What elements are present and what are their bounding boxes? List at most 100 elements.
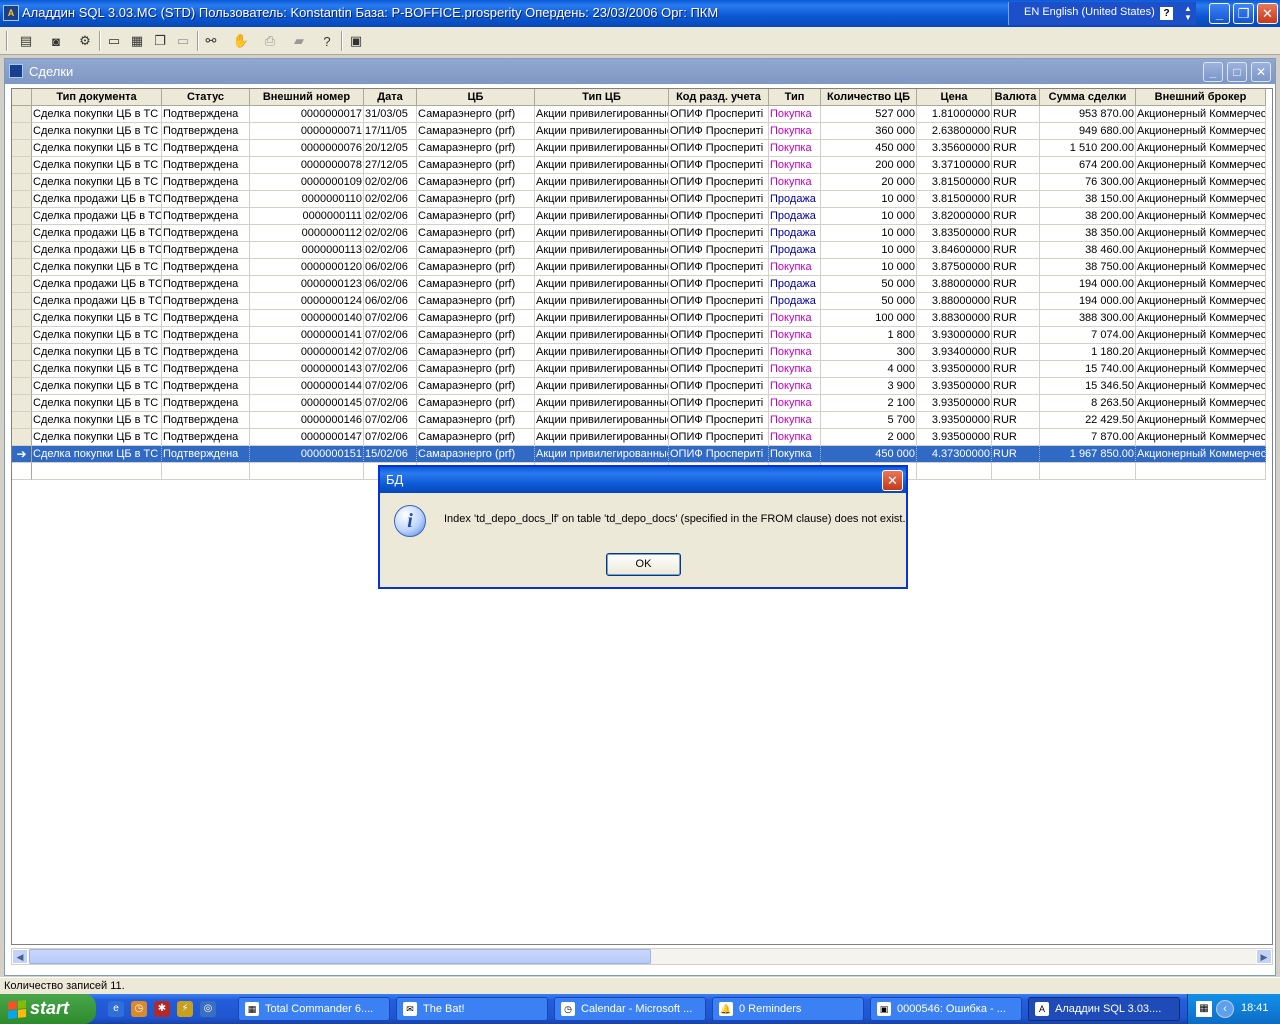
col-security-type-cell[interactable]: Акции привилегированные bbox=[535, 208, 669, 225]
col-quantity-cell[interactable]: 450 000 bbox=[821, 140, 917, 157]
col-security-type-cell[interactable]: Акции привилегированные bbox=[535, 412, 669, 429]
scroll-thumb[interactable] bbox=[29, 949, 651, 964]
col-price-cell[interactable]: 4.37300000 bbox=[917, 446, 992, 463]
col-currency-cell[interactable]: RUR bbox=[992, 412, 1040, 429]
col-price-cell[interactable]: 3.37100000 bbox=[917, 157, 992, 174]
col-date-cell[interactable]: 17/11/05 bbox=[364, 123, 417, 140]
col-quantity-cell[interactable]: 100 000 bbox=[821, 310, 917, 327]
col-broker-cell[interactable]: Акционерный Коммерческ bbox=[1136, 174, 1266, 191]
col-quantity-cell[interactable]: 10 000 bbox=[821, 242, 917, 259]
col-doc-type-cell[interactable]: Сделка покупки ЦБ в ТС bbox=[32, 361, 162, 378]
col-price-cell[interactable]: 3.93500000 bbox=[917, 361, 992, 378]
col-security-type-cell[interactable]: Акции привилегированные bbox=[535, 259, 669, 276]
col-price-cell[interactable]: 3.93500000 bbox=[917, 378, 992, 395]
binoculars-icon[interactable]: ⚯ bbox=[200, 30, 222, 52]
col-ext-number-cell[interactable]: 0000000146 bbox=[250, 412, 364, 429]
col-type-cell[interactable]: Покупка bbox=[769, 106, 821, 123]
col-status-cell[interactable]: Подтверждена bbox=[162, 157, 250, 174]
col-price-cell[interactable]: 3.88300000 bbox=[917, 310, 992, 327]
col-account-code-cell[interactable]: ОПИФ Проспериті bbox=[669, 191, 769, 208]
row-indicator[interactable] bbox=[12, 242, 32, 259]
col-amount-cell[interactable]: 15 346.50 bbox=[1040, 378, 1136, 395]
col-date-cell[interactable]: 07/02/06 bbox=[364, 327, 417, 344]
app-icon[interactable]: A bbox=[3, 5, 19, 21]
col-doc-type-cell[interactable]: Сделка покупки ЦБ в ТС bbox=[32, 259, 162, 276]
col-type-cell[interactable]: Покупка bbox=[769, 446, 821, 463]
restore-button[interactable]: ❐ bbox=[1233, 3, 1254, 24]
col-security-cell[interactable]: Самараэнерго (prf) bbox=[417, 327, 535, 344]
col-account-code-cell[interactable]: ОПИФ Проспериті bbox=[669, 140, 769, 157]
col-price-cell[interactable]: 3.35600000 bbox=[917, 140, 992, 157]
col-quantity-cell[interactable]: 1 800 bbox=[821, 327, 917, 344]
col-date-cell[interactable]: 07/02/06 bbox=[364, 395, 417, 412]
col-doc-type-cell[interactable]: Сделка покупки ЦБ в ТС bbox=[32, 378, 162, 395]
col-currency-cell[interactable]: RUR bbox=[992, 191, 1040, 208]
col-account-code-cell[interactable]: ОПИФ Проспериті bbox=[669, 327, 769, 344]
col-broker-cell[interactable]: Акционерный Коммерческ bbox=[1136, 106, 1266, 123]
col-account-code-cell[interactable]: ОПИФ Проспериті bbox=[669, 310, 769, 327]
col-security-type-cell[interactable]: Акции привилегированные bbox=[535, 106, 669, 123]
col-price-cell[interactable]: 3.87500000 bbox=[917, 259, 992, 276]
winamp-icon[interactable]: ⚡ bbox=[177, 1001, 193, 1017]
col-security-cell[interactable]: Самараэнерго (prf) bbox=[417, 276, 535, 293]
col-security-cell[interactable]: Самараэнерго (prf) bbox=[417, 157, 535, 174]
col-security-type-cell[interactable]: Акции привилегированные bbox=[535, 242, 669, 259]
col-quantity-cell[interactable]: 10 000 bbox=[821, 259, 917, 276]
ok-button[interactable]: OK bbox=[606, 553, 681, 576]
col-account-code-cell[interactable]: ОПИФ Проспериті bbox=[669, 412, 769, 429]
col-quantity-cell[interactable]: 20 000 bbox=[821, 174, 917, 191]
col-type-cell[interactable]: Покупка bbox=[769, 361, 821, 378]
col-security-cell[interactable]: Самараэнерго (prf) bbox=[417, 310, 535, 327]
col-status-cell[interactable]: Подтверждена bbox=[162, 344, 250, 361]
col-amount-cell[interactable]: 38 200.00 bbox=[1040, 208, 1136, 225]
col-doc-type-cell[interactable]: Сделка покупки ЦБ в ТС bbox=[32, 140, 162, 157]
language-bar[interactable]: EN English (United States) ? ▲ ▼ bbox=[1008, 2, 1196, 25]
col-security-cell[interactable]: Самараэнерго (prf) bbox=[417, 378, 535, 395]
col-currency-cell[interactable]: RUR bbox=[992, 259, 1040, 276]
row-indicator[interactable] bbox=[12, 123, 32, 140]
col-currency-cell[interactable]: RUR bbox=[992, 293, 1040, 310]
exit-icon[interactable]: ▣ bbox=[345, 30, 367, 52]
outlook-icon[interactable]: ◷ bbox=[131, 1001, 147, 1017]
col-currency-cell[interactable]: RUR bbox=[992, 344, 1040, 361]
col-doc-type-cell[interactable]: Сделка покупки ЦБ в ТС bbox=[32, 123, 162, 140]
col-amount-cell[interactable]: 7 074.00 bbox=[1040, 327, 1136, 344]
row-indicator[interactable] bbox=[12, 412, 32, 429]
col-currency-cell[interactable]: RUR bbox=[992, 208, 1040, 225]
col-doc-type-cell[interactable]: Сделка покупки ЦБ в ТС bbox=[32, 310, 162, 327]
col-currency-cell[interactable]: RUR bbox=[992, 242, 1040, 259]
col-doc-type-cell[interactable]: Сделка продажи ЦБ в ТС bbox=[32, 242, 162, 259]
row-indicator[interactable] bbox=[12, 293, 32, 310]
col-broker-cell[interactable]: Акционерный Коммерческ bbox=[1136, 344, 1266, 361]
col-security-cell[interactable]: Самараэнерго (prf) bbox=[417, 259, 535, 276]
col-date-cell[interactable]: 15/02/06 bbox=[364, 446, 417, 463]
col-account-code-cell[interactable]: ОПИФ Проспериті bbox=[669, 344, 769, 361]
row-indicator[interactable] bbox=[12, 157, 32, 174]
row-indicator[interactable] bbox=[12, 344, 32, 361]
col-price-header[interactable]: Цена bbox=[917, 89, 992, 106]
col-amount-cell[interactable]: 7 870.00 bbox=[1040, 429, 1136, 446]
col-date-cell[interactable]: 02/02/06 bbox=[364, 225, 417, 242]
col-doc-type-cell[interactable]: Сделка покупки ЦБ в ТС bbox=[32, 344, 162, 361]
row-indicator[interactable]: ➔ bbox=[12, 446, 32, 463]
col-doc-type-cell[interactable]: Сделка покупки ЦБ в ТС bbox=[32, 106, 162, 123]
col-price-cell[interactable]: 2.63800000 bbox=[917, 123, 992, 140]
list-icon[interactable]: ▤ bbox=[15, 30, 37, 52]
col-ext-number-cell[interactable]: 0000000112 bbox=[250, 225, 364, 242]
col-ext-number-cell[interactable]: 0000000124 bbox=[250, 293, 364, 310]
dialog-title-bar[interactable]: БД ✕ bbox=[380, 467, 906, 493]
col-account-code-cell[interactable]: ОПИФ Проспериті bbox=[669, 123, 769, 140]
col-security-type-cell[interactable]: Акции привилегированные bbox=[535, 157, 669, 174]
col-price-cell[interactable]: 3.88000000 bbox=[917, 276, 992, 293]
col-account-code-cell[interactable]: ОПИФ Проспериті bbox=[669, 395, 769, 412]
tray-app-icon[interactable]: ▦ bbox=[1196, 1001, 1212, 1017]
col-quantity-cell[interactable]: 200 000 bbox=[821, 157, 917, 174]
col-currency-cell[interactable]: RUR bbox=[992, 446, 1040, 463]
col-status-cell[interactable]: Подтверждена bbox=[162, 259, 250, 276]
database-icon[interactable]: ◙ bbox=[45, 30, 67, 52]
col-currency-cell[interactable]: RUR bbox=[992, 157, 1040, 174]
col-price-cell[interactable]: 3.82000000 bbox=[917, 208, 992, 225]
col-quantity-cell[interactable]: 5 700 bbox=[821, 412, 917, 429]
col-date-cell[interactable]: 31/03/05 bbox=[364, 106, 417, 123]
col-date-cell[interactable]: 20/12/05 bbox=[364, 140, 417, 157]
